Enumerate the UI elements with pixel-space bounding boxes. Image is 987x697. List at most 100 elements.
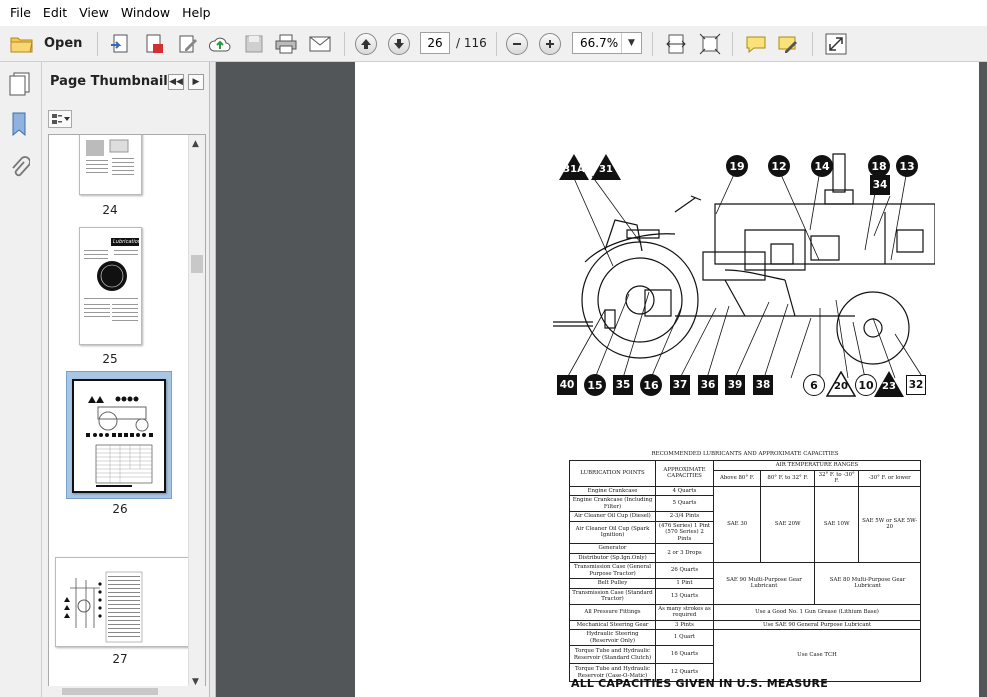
expand-panel-button[interactable]: ▶ (188, 74, 204, 90)
pdf-page: 31A 31 19 12 14 18 13 34 40 15 35 16 37 … (355, 62, 979, 697)
document-background (210, 62, 355, 697)
chevron-down-icon[interactable]: ▼ (621, 33, 641, 53)
table-header: 32° F. to -30° F. (814, 469, 860, 487)
thumbnail-page-24[interactable] (79, 135, 142, 195)
highlight-icon[interactable] (774, 30, 802, 58)
thumbnails-panel: Page Thumbnails ◀◀ ▶ 24 Lubrication 25 2… (42, 62, 210, 697)
thumbnail-hscrollbar[interactable] (48, 686, 206, 697)
hscrollbar-thumb[interactable] (62, 688, 158, 695)
zoom-select[interactable]: 66.7% ▼ (572, 32, 642, 54)
panel-splitter[interactable] (210, 62, 216, 697)
callout-triangle: 31 (591, 154, 621, 180)
callout-triangle: 23 (874, 371, 904, 397)
thumbnail-label: 27 (112, 652, 128, 666)
callout-square: 36 (698, 375, 718, 395)
panel-title: Page Thumbnails (50, 74, 176, 89)
upload-cloud-icon[interactable] (206, 30, 234, 58)
table-header: APPROXIMATE CAPACITIES (655, 460, 714, 487)
toolbar-divider (496, 32, 497, 56)
thumbnail-page-25[interactable]: Lubrication (79, 227, 142, 345)
callout-square: 34 (870, 175, 890, 195)
edit-icon[interactable] (174, 30, 202, 58)
menu-window[interactable]: Window (115, 0, 176, 26)
menu-view[interactable]: View (73, 0, 115, 26)
next-page-button[interactable] (385, 30, 413, 58)
thumbnail-page-26[interactable] (72, 379, 166, 493)
thumbnail-scrollbar[interactable]: ▲ ▼ (188, 135, 205, 693)
thumbnail-page-27[interactable] (55, 557, 195, 647)
toolbar-divider (812, 32, 813, 56)
print-icon[interactable] (272, 30, 300, 58)
zoom-value: 66.7% (580, 36, 619, 50)
menu-help[interactable]: Help (176, 0, 217, 26)
zoom-in-button[interactable] (536, 30, 564, 58)
toolbar-divider (97, 32, 98, 56)
callout-circle: 12 (768, 155, 790, 177)
callout-square: 40 (557, 375, 577, 395)
callout-circle: 6 (803, 374, 825, 396)
open-folder-icon[interactable] (8, 30, 36, 58)
thumbnail-label: 25 (102, 352, 118, 366)
capacities-footnote: ALL CAPACITIES GIVEN IN U.S. MEASURE (571, 677, 828, 690)
table-header: AIR TEMPERATURE RANGES (713, 460, 921, 471)
callout-square: 37 (670, 375, 690, 395)
menu-file[interactable]: File (4, 0, 37, 26)
convert-icon[interactable] (106, 30, 134, 58)
zoom-out-button[interactable] (503, 30, 531, 58)
plus-icon (539, 33, 561, 55)
page-total: / 116 (456, 36, 487, 50)
fit-page-icon[interactable] (696, 30, 724, 58)
arrow-down-icon (388, 33, 410, 55)
callout-circle: 19 (726, 155, 748, 177)
callout-circle: 14 (811, 155, 833, 177)
toolbar-divider (732, 32, 733, 56)
navigation-rail (0, 62, 42, 697)
table-header: 80° F. to 32° F. (760, 469, 816, 487)
thumbnail-list[interactable]: 24 Lubrication 25 26 27 ▲ ▼ (48, 134, 206, 694)
callout-circle: 18 (868, 155, 890, 177)
callout-circle: 15 (584, 374, 606, 396)
fit-width-icon[interactable] (662, 30, 690, 58)
callout-square: 38 (753, 375, 773, 395)
bookmark-icon[interactable] (10, 112, 28, 140)
thumbnail-options-button[interactable] (48, 110, 72, 128)
callout-circle: 13 (896, 155, 918, 177)
page-thumbnails-icon[interactable] (9, 72, 31, 100)
previous-page-button[interactable] (352, 30, 380, 58)
thumbnail-label: 24 (102, 203, 118, 217)
table-row: Engine Crankcase 4 Quarts SAE 30 SAE 20W … (569, 485, 921, 563)
email-icon[interactable] (306, 30, 334, 58)
minus-icon (506, 33, 528, 55)
thumbnail-mini-title: Lubrication (111, 238, 141, 246)
table-header: -30° F. or lower (858, 469, 921, 487)
table-caption: RECOMMENDED LUBRICANTS AND APPROXIMATE C… (651, 451, 839, 457)
table-row: Hydraulic Steering (Reservoir Only) 1 Qua… (569, 629, 921, 682)
toolbar-divider (344, 32, 345, 56)
table-header: Above 80° F. (712, 469, 762, 487)
table-row: Transmission Case (General Purpose Tract… (569, 562, 921, 605)
menu-bar: File Edit View Window Help (0, 0, 987, 26)
create-pdf-icon[interactable] (140, 30, 168, 58)
callout-square: 39 (725, 375, 745, 395)
chevron-up-icon[interactable]: ▲ (192, 139, 199, 149)
scrollbar-thumb[interactable] (191, 255, 203, 273)
save-icon[interactable] (240, 30, 268, 58)
document-background (979, 62, 987, 697)
collapse-panel-button[interactable]: ◀◀ (168, 74, 184, 90)
open-button[interactable]: Open (44, 36, 82, 51)
page-number-input[interactable]: 26 (420, 32, 450, 54)
toolbar-divider (652, 32, 653, 56)
callout-triangle: 31A (559, 154, 589, 180)
callout-triangle: 20 (826, 371, 856, 397)
callout-circle: 16 (640, 374, 662, 396)
lubricants-table: LUBRICATION POINTS APPROXIMATE CAPACITIE… (569, 460, 921, 682)
callout-square: 35 (613, 375, 633, 395)
attachment-icon[interactable] (10, 156, 31, 184)
table-row: All Pressure Fittings As many strokes as … (569, 603, 921, 621)
callout-square: 32 (906, 375, 926, 395)
thumbnail-label: 26 (112, 502, 128, 516)
table-row: Mechanical Steering Gear 3 Pints Use SAE 9… (569, 619, 921, 630)
comment-icon[interactable] (742, 30, 770, 58)
full-screen-icon[interactable] (822, 30, 850, 58)
menu-edit[interactable]: Edit (37, 0, 73, 26)
